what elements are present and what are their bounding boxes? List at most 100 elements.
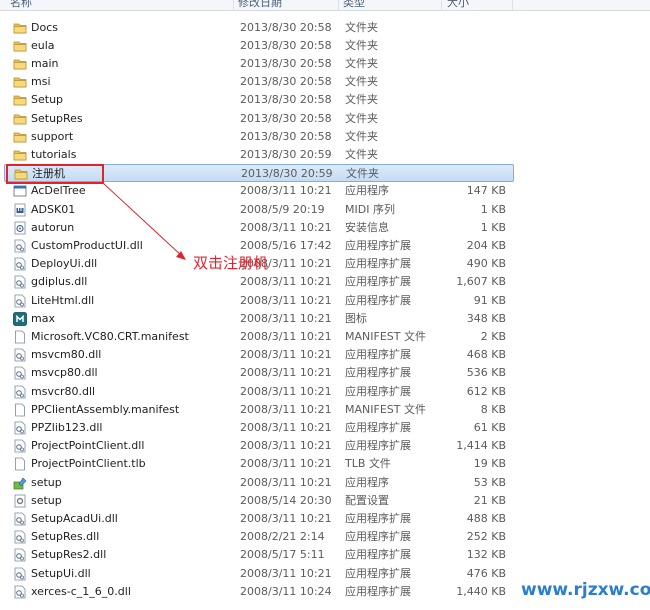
file-date: 2008/3/11 10:21 [240, 403, 332, 416]
file-row[interactable]: Microsoft.VC80.CRT.manifest 2008/3/11 10:… [4, 328, 514, 346]
file-size: 490 KB [466, 257, 506, 270]
file-date: 2013/8/30 20:58 [240, 112, 332, 125]
file-type: 应用程序扩展 [345, 294, 411, 307]
file-row[interactable]: Docs 2013/8/30 20:58 文件夹 [4, 19, 514, 37]
file-row[interactable]: main 2013/8/30 20:58 文件夹 [4, 55, 514, 73]
file-name: xerces-c_1_6_0.dll [31, 585, 131, 598]
dll-file-icon [13, 585, 27, 599]
file-type: 图标 [345, 312, 367, 325]
file-type: MIDI 序列 [345, 203, 395, 216]
file-row[interactable]: gdiplus.dll 2008/3/11 10:21 应用程序扩展 1,607 KB [4, 273, 514, 291]
folder-icon [13, 130, 27, 144]
file-row[interactable]: AcDelTree 2008/3/11 10:21 应用程序 147 KB [4, 182, 514, 200]
file-row[interactable]: setup 2008/3/11 10:21 应用程序 53 KB [4, 474, 514, 492]
file-row[interactable]: SetupAcadUi.dll 2008/3/11 10:21 应用程序扩展 488 … [4, 510, 514, 528]
dll-file-icon [13, 439, 27, 453]
file-type: 应用程序扩展 [345, 512, 411, 525]
file-row[interactable]: PPClientAssembly.manifest 2008/3/11 10:21… [4, 401, 514, 419]
file-row[interactable]: SetupRes2.dll 2008/5/17 5:11 应用程序扩展 132 KB [4, 546, 514, 564]
file-name: LiteHtml.dll [31, 294, 95, 307]
file-size: 348 KB [466, 312, 506, 325]
column-header-date[interactable]: 修改日期 [238, 0, 282, 10]
file-type: 文件夹 [346, 167, 379, 180]
file-type: 应用程序扩展 [345, 366, 411, 379]
setup-app-icon [13, 476, 27, 490]
dll-file-icon [13, 275, 27, 289]
file-row[interactable]: SetupRes.dll 2008/2/21 2:14 应用程序扩展 252 KB [4, 528, 514, 546]
file-date: 2008/3/11 10:21 [240, 221, 332, 234]
file-size: 132 KB [466, 548, 506, 561]
blank-file-icon [13, 457, 27, 471]
file-type: 文件夹 [345, 75, 378, 88]
file-size: 476 KB [466, 567, 506, 580]
file-name: eula [31, 39, 55, 52]
file-date: 2008/3/11 10:21 [240, 512, 332, 525]
file-row[interactable]: support 2013/8/30 20:58 文件夹 [4, 128, 514, 146]
file-date: 2008/3/11 10:21 [240, 275, 332, 288]
dll-file-icon [13, 239, 27, 253]
file-row[interactable]: max 2008/3/11 10:21 图标 348 KB [4, 310, 514, 328]
column-divider[interactable] [338, 0, 339, 10]
file-row[interactable]: xerces-c_1_6_0.dll 2008/3/11 10:24 应用程序扩展 1… [4, 583, 514, 601]
file-name: msvcr80.dll [31, 385, 96, 398]
file-date: 2008/5/14 20:30 [240, 494, 332, 507]
file-row[interactable]: Setup 2013/8/30 20:58 文件夹 [4, 91, 514, 109]
file-type: 应用程序 [345, 476, 389, 489]
file-row[interactable]: msvcm80.dll 2008/3/11 10:21 应用程序扩展 468 KB [4, 346, 514, 364]
file-row[interactable]: ADSK01 2008/5/9 20:19 MIDI 序列 1 KB [4, 201, 514, 219]
file-type: 应用程序扩展 [345, 421, 411, 434]
file-name: SetupAcadUi.dll [31, 512, 118, 525]
file-row[interactable]: SetupUi.dll 2008/3/11 10:21 应用程序扩展 476 KB [4, 565, 514, 583]
file-row[interactable]: msvcp80.dll 2008/3/11 10:21 应用程序扩展 536 KB [4, 364, 514, 382]
column-header-name[interactable]: 名称 [10, 0, 32, 10]
file-date: 2008/3/11 10:21 [240, 439, 332, 452]
file-date: 2008/5/9 20:19 [240, 203, 325, 216]
file-name: CustomProductUI.dll [31, 239, 143, 252]
column-header-type[interactable]: 类型 [343, 0, 365, 10]
file-name: Setup [31, 93, 64, 106]
file-size: 468 KB [466, 348, 506, 361]
file-name: SetupRes [31, 112, 83, 125]
file-type: 文件夹 [345, 57, 378, 70]
file-row[interactable]: eula 2013/8/30 20:58 文件夹 [4, 37, 514, 55]
file-row[interactable]: SetupRes 2013/8/30 20:58 文件夹 [4, 110, 514, 128]
file-name: Docs [31, 21, 58, 34]
file-row[interactable]: msvcr80.dll 2008/3/11 10:21 应用程序扩展 612 KB [4, 383, 514, 401]
file-type: 配置设置 [345, 494, 389, 507]
file-size: 8 KB [480, 403, 506, 416]
file-row[interactable]: msi 2013/8/30 20:58 文件夹 [4, 73, 514, 91]
file-row[interactable]: autorun 2008/3/11 10:21 安装信息 1 KB [4, 219, 514, 237]
file-type: 应用程序扩展 [345, 239, 411, 252]
file-type: 安装信息 [345, 221, 389, 234]
column-header-size[interactable]: 大小 [447, 0, 469, 10]
file-name: AcDelTree [31, 184, 86, 197]
dll-file-icon [13, 257, 27, 271]
file-type: 应用程序扩展 [345, 257, 411, 270]
file-row[interactable]: PPZlib123.dll 2008/3/11 10:21 应用程序扩展 61 KB [4, 419, 514, 437]
column-divider[interactable] [233, 0, 234, 10]
annotation-label: 双击注册机 [193, 254, 269, 272]
file-date: 2008/3/11 10:24 [240, 585, 332, 598]
dll-file-icon [13, 530, 27, 544]
file-row[interactable]: LiteHtml.dll 2008/3/11 10:21 应用程序扩展 91 KB [4, 292, 514, 310]
file-row[interactable]: tutorials 2013/8/30 20:59 文件夹 [4, 146, 514, 164]
file-name: PPClientAssembly.manifest [31, 403, 180, 416]
file-date: 2013/8/30 20:58 [240, 57, 332, 70]
file-name: tutorials [31, 148, 77, 161]
file-size: 1 KB [480, 221, 506, 234]
folder-icon [13, 75, 27, 89]
file-date: 2013/8/30 20:59 [240, 148, 332, 161]
midi-file-icon [13, 203, 27, 217]
column-divider[interactable] [512, 0, 513, 10]
file-type: 应用程序扩展 [345, 385, 411, 398]
file-size: 1,414 KB [456, 439, 506, 452]
file-size: 488 KB [466, 512, 506, 525]
file-size: 612 KB [466, 385, 506, 398]
file-date: 2008/3/11 10:21 [240, 421, 332, 434]
file-row[interactable]: ProjectPointClient.tlb 2008/3/11 10:21 TLB… [4, 455, 514, 473]
file-name: msi [31, 75, 51, 88]
file-type: 应用程序 [345, 184, 389, 197]
file-row[interactable]: setup 2008/5/14 20:30 配置设置 21 KB [4, 492, 514, 510]
file-row[interactable]: ProjectPointClient.dll 2008/3/11 10:21 应用程… [4, 437, 514, 455]
column-divider[interactable] [441, 0, 442, 10]
